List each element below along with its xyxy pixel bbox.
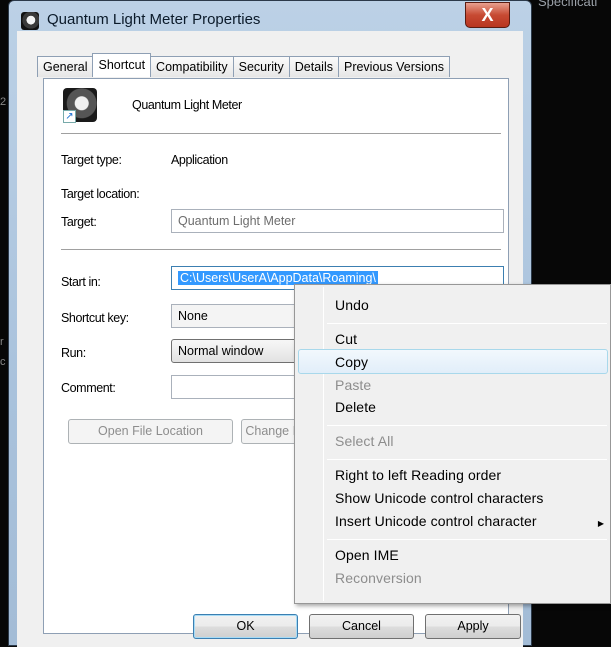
title-bar[interactable]: Quantum Light Meter Properties X [9, 1, 531, 35]
separator [61, 133, 501, 134]
start-in-label: Start in: [61, 275, 101, 289]
menu-icon-strip [323, 287, 324, 601]
tab-security[interactable]: Security [232, 56, 290, 77]
menu-item-reconversion[interactable]: Reconversion [335, 570, 422, 586]
apply-button[interactable]: Apply [425, 614, 521, 639]
comment-label: Comment: [61, 381, 116, 395]
menu-item-select-all[interactable]: Select All [335, 433, 394, 449]
tab-shortcut[interactable]: Shortcut [92, 53, 152, 77]
menu-separator [327, 323, 607, 324]
target-label: Target: [61, 215, 97, 229]
menu-item-delete[interactable]: Delete [335, 399, 376, 415]
cancel-button[interactable]: Cancel [309, 614, 414, 639]
tab-details[interactable]: Details [288, 56, 339, 77]
menu-item-undo[interactable]: Undo [335, 297, 369, 313]
open-file-location-button[interactable]: Open File Location [68, 419, 233, 444]
submenu-arrow-icon: ▶ [597, 519, 604, 528]
target-field[interactable]: Quantum Light Meter [171, 209, 504, 233]
menu-item-cut[interactable]: Cut [335, 331, 357, 347]
menu-separator [327, 459, 607, 460]
menu-separator [327, 539, 607, 540]
shortcut-key-label: Shortcut key: [61, 311, 129, 325]
target-type-value: Application [171, 153, 228, 167]
tab-general[interactable]: General [37, 56, 94, 77]
background-fragment: r [0, 336, 4, 348]
tab-previous-versions[interactable]: Previous Versions [337, 56, 451, 77]
selected-text: C:\Users\UserA\AppData\Roaming\ [178, 271, 378, 285]
target-type-label: Target type: [61, 153, 122, 167]
context-menu: Undo Cut Copy Paste Delete Select All Ri… [294, 284, 611, 604]
menu-item-show-unicode[interactable]: Show Unicode control characters [335, 490, 544, 506]
menu-item-open-ime[interactable]: Open IME [335, 547, 399, 563]
background-fragment: 2 [0, 96, 7, 108]
background-fragment: c [0, 356, 6, 368]
separator [61, 249, 501, 250]
close-button[interactable]: X [465, 2, 510, 28]
shortcut-name: Quantum Light Meter [132, 98, 242, 112]
ok-button[interactable]: OK [193, 614, 298, 639]
tab-strip: General Shortcut Compatibility Security … [37, 53, 451, 77]
background-window-text: Specificati [538, 0, 598, 9]
shortcut-arrow-icon: ↗ [63, 110, 76, 123]
app-icon [21, 12, 39, 30]
window-title: Quantum Light Meter Properties [47, 11, 261, 28]
menu-item-copy[interactable]: Copy [335, 354, 368, 370]
run-label: Run: [61, 346, 86, 360]
menu-item-insert-unicode[interactable]: Insert Unicode control character [335, 513, 537, 529]
menu-item-rtl-reading-order[interactable]: Right to left Reading order [335, 467, 501, 483]
menu-item-paste[interactable]: Paste [335, 377, 371, 393]
menu-separator [327, 425, 607, 426]
target-location-label: Target location: [61, 187, 140, 201]
tab-compatibility[interactable]: Compatibility [150, 56, 234, 77]
